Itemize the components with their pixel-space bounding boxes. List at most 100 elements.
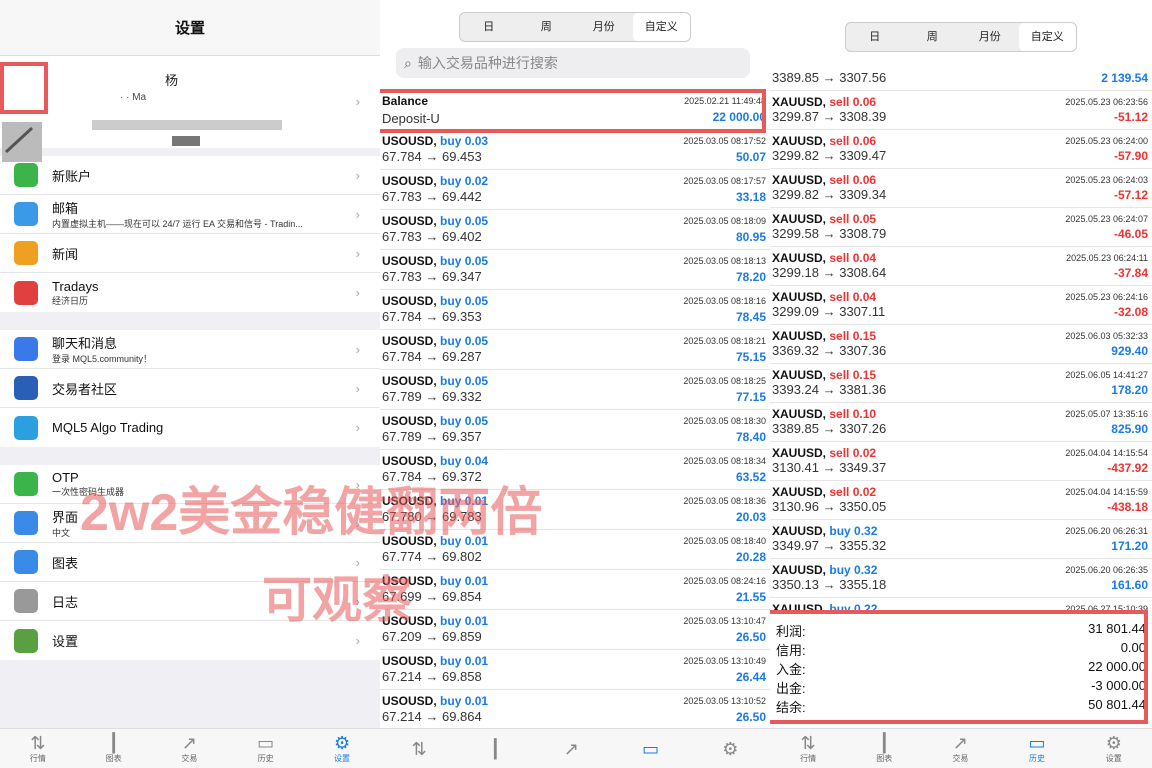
deal-row[interactable]: USOUSD, buy 0.05 2025.03.05 08:18:25 67.78… [380, 370, 770, 410]
tab-history[interactable]: ▭ 历史 [257, 733, 274, 764]
deal-row[interactable]: XAUUSD, sell 0.04 2025.05.23 06:24:11 3299… [770, 247, 1152, 286]
deal-row[interactable]: XAUUSD, sell 0.06 2025.05.23 06:24:03 3299… [770, 169, 1152, 208]
telegram-icon [14, 415, 38, 440]
settings-item[interactable]: Tradays 经济日历 › [0, 273, 380, 312]
deal-row[interactable]: USOUSD, buy 0.01 2025.03.05 13:10:52 67.21… [380, 690, 770, 730]
account-profile[interactable]: 杨 · · Ma › [0, 56, 380, 162]
tab-charts[interactable]: ┃ 图表 [106, 733, 122, 764]
settings-item[interactable]: 聊天和消息 登录 MQL5.community！ › [0, 330, 380, 369]
deal-profit: 20.28 [735, 550, 766, 564]
deal-row[interactable]: USOUSD, buy 0.01 2025.03.05 08:18:36 67.78… [380, 490, 770, 530]
segment-custom[interactable]: 自定义 [1018, 23, 1076, 51]
deal-row[interactable]: USOUSD, buy 0.01 2025.03.05 08:18:40 67.77… [380, 530, 770, 570]
deal-row[interactable]: XAUUSD, sell 0.06 2025.05.23 06:24:00 3299… [770, 130, 1152, 169]
deal-row[interactable]: USOUSD, buy 0.05 2025.03.05 08:18:30 67.78… [380, 410, 770, 450]
deal-row[interactable]: XAUUSD, sell 0.10 2025.05.07 13:35:16 3389… [770, 403, 1152, 442]
tab-charts[interactable]: ┃ 图表 [876, 733, 892, 764]
tab-trade[interactable]: ↗ 交易 [181, 733, 197, 764]
settings-item[interactable]: 界面 中文 › [0, 504, 380, 543]
deal-row[interactable]: USOUSD, buy 0.01 2025.03.05 13:10:47 67.20… [380, 610, 770, 650]
deal-price-range: 3393.24 → 3381.36 [772, 382, 887, 397]
tab-trade[interactable]: ↗ 交易 [952, 733, 968, 764]
tab-settings[interactable]: ⚙ [722, 739, 738, 759]
tab-charts[interactable]: ┃ [490, 739, 501, 759]
settings-item[interactable]: 图表 › [0, 543, 380, 582]
tab-quotes[interactable]: ⇅ 行情 [800, 733, 816, 764]
segment-day[interactable]: 日 [846, 23, 904, 51]
segment-month[interactable]: 月份 [575, 13, 633, 41]
deal-price-range: 3299.18 → 3308.64 [772, 265, 887, 280]
deal-profit: 78.45 [735, 310, 766, 324]
deal-row[interactable]: XAUUSD, sell 0.04 2025.05.23 06:24:16 3299… [770, 286, 1152, 325]
settings-item[interactable]: 新账户 › [0, 156, 380, 195]
search-input[interactable]: ⌕ 输入交易品种进行搜索 [396, 48, 750, 78]
deal-symbol: USOUSD, buy 0.01 [382, 574, 488, 588]
deal-row[interactable]: XAUUSD, sell 0.05 2025.05.23 06:24:07 3299… [770, 208, 1152, 247]
deal-direction: buy 0.03 [440, 134, 489, 148]
segment-week[interactable]: 周 [904, 23, 962, 51]
settings-item-label: Tradays [52, 278, 99, 294]
deal-row[interactable]: XAUUSD, sell 0.02 2025.04.04 14:15:59 3130… [770, 481, 1152, 520]
deal-row[interactable]: USOUSD, buy 0.02 2025.03.05 08:17:57 67.78… [380, 170, 770, 210]
deal-row[interactable]: XAUUSD, sell 0.06 2025.05.23 06:23:56 3299… [770, 91, 1152, 130]
deal-row[interactable]: USOUSD, buy 0.05 2025.03.05 08:18:13 67.78… [380, 250, 770, 290]
tab-history[interactable]: ▭ [642, 739, 659, 759]
deal-row[interactable]: XAUUSD, buy 0.32 2025.06.20 06:26:31 3349.… [770, 520, 1152, 559]
deal-direction: sell 0.04 [829, 251, 877, 265]
settings-item[interactable]: MQL5 Algo Trading › [0, 408, 380, 447]
settings-item[interactable]: 新闻 › [0, 234, 380, 273]
deal-row[interactable]: USOUSD, buy 0.05 2025.03.05 08:18:21 67.78… [380, 330, 770, 370]
tab-history[interactable]: ▭ 历史 [1029, 733, 1046, 764]
deal-time: 2025.03.05 08:24:16 [683, 576, 766, 586]
settings-item-label: 交易者社区 [52, 381, 118, 397]
balance-row[interactable]: Balance 2025.02.21 11:49:48 Deposit-U 22… [380, 90, 770, 130]
deal-profit: 26.50 [735, 630, 766, 644]
deal-row[interactable]: USOUSD, buy 0.05 2025.03.05 08:18:09 67.78… [380, 210, 770, 250]
deal-direction: buy 0.05 [440, 374, 489, 388]
segment-month[interactable]: 月份 [961, 23, 1019, 51]
tab-settings[interactable]: ⚙ 设置 [334, 733, 350, 764]
segment-custom[interactable]: 自定义 [632, 13, 690, 41]
settings-item[interactable]: 邮箱 内置虚拟主机——现在可以 24/7 运行 EA 交易和信号 - Tradin… [0, 195, 380, 234]
deal-direction: buy 0.05 [440, 214, 489, 228]
period-segmented-control: 日 周 月份 自定义 [459, 12, 691, 42]
deal-row[interactable]: XAUUSD, buy 0.222025.06.27 15:10:393272.… [770, 598, 1152, 614]
deal-symbol-text: XAUUSD, [772, 524, 827, 538]
account-server: · · Ma [120, 92, 147, 103]
settings-item[interactable]: 设置 › [0, 621, 380, 660]
deal-price-range: 3299.82 → 3309.47 [772, 148, 887, 163]
deal-row[interactable]: XAUUSD, buy 0.32 2025.06.20 06:26:35 3350.… [770, 559, 1152, 598]
deal-direction: sell 0.05 [829, 212, 877, 226]
deal-symbol-text: USOUSD, [382, 214, 437, 228]
deal-price-range: 67.209 → 69.859 [382, 629, 482, 644]
deal-direction: sell 0.15 [829, 368, 877, 382]
segment-week[interactable]: 周 [518, 13, 576, 41]
deal-row[interactable]: XAUUSD, sell 0.15 2025.06.03 05:32:33 3369… [770, 325, 1152, 364]
quotes-icon: ⇅ [30, 733, 46, 753]
tab-quotes[interactable]: ⇅ 行情 [30, 733, 46, 764]
tab-quotes[interactable]: ⇅ [412, 739, 427, 759]
settings-screen: 设置 杨 · · Ma › 新账户 › 邮箱 内置虚拟主机——现在可以 24/7 运行… [0, 0, 380, 768]
deal-row[interactable]: 3389.85 → 3307.56 2 139.54 [770, 52, 1152, 91]
balance-title: Balance [382, 94, 429, 108]
deal-symbol: USOUSD, buy 0.05 [382, 334, 488, 348]
settings-item[interactable]: OTP 一次性密码生成器 › [0, 465, 380, 504]
deal-time: 2025.04.04 14:15:54 [1065, 448, 1148, 458]
settings-item[interactable]: 日志 › [0, 582, 380, 621]
deal-row[interactable]: USOUSD, buy 0.01 2025.03.05 08:24:16 67.69… [380, 570, 770, 610]
deal-row[interactable]: USOUSD, buy 0.03 2025.03.05 08:17:52 67.78… [380, 130, 770, 170]
settings-item[interactable]: 交易者社区 › [0, 369, 380, 408]
deal-row[interactable]: USOUSD, buy 0.01 2025.03.05 13:10:49 67.21… [380, 650, 770, 690]
tab-settings[interactable]: ⚙ 设置 [1106, 733, 1122, 764]
deal-profit: 80.95 [735, 230, 766, 244]
add-account-icon [14, 163, 38, 187]
deal-row[interactable]: XAUUSD, sell 0.15 2025.06.05 14:41:27 3393… [770, 364, 1152, 403]
search-placeholder: 输入交易品种进行搜索 [417, 55, 558, 71]
deal-symbol: XAUUSD, buy 0.32 [772, 563, 877, 577]
deal-symbol-text: XAUUSD, [772, 212, 827, 226]
segment-day[interactable]: 日 [460, 13, 518, 41]
deal-row[interactable]: USOUSD, buy 0.05 2025.03.05 08:18:16 67.78… [380, 290, 770, 330]
tab-trade[interactable]: ↗ [564, 739, 579, 759]
deal-row[interactable]: XAUUSD, sell 0.02 2025.04.04 14:15:54 3130… [770, 442, 1152, 481]
deal-row[interactable]: USOUSD, buy 0.04 2025.03.05 08:18:34 67.78… [380, 450, 770, 490]
